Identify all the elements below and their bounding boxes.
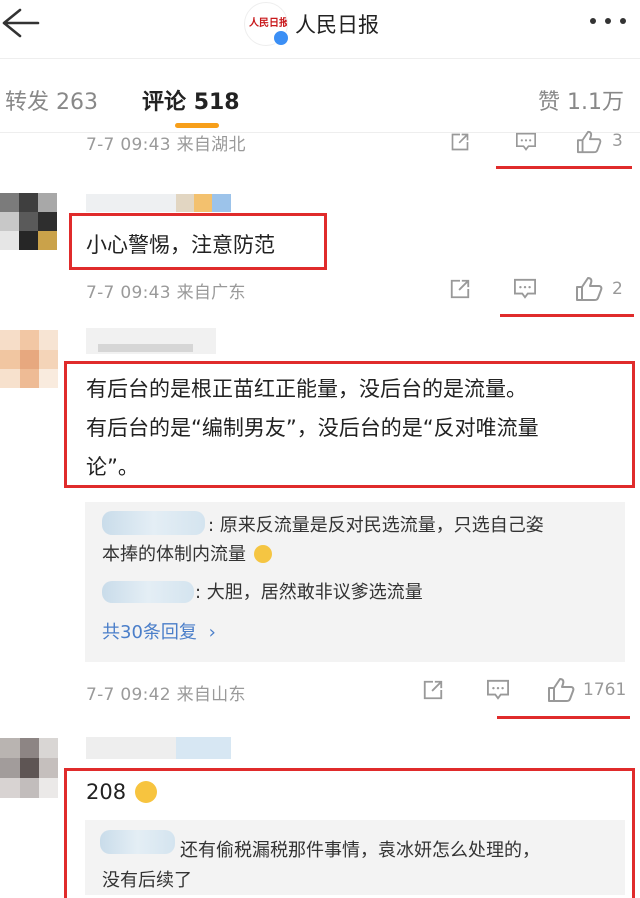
- tab-likes[interactable]: 赞 1.1万: [538, 84, 624, 116]
- back-arrow-icon[interactable]: [0, 6, 40, 40]
- username-blurred[interactable]: [86, 737, 231, 759]
- highlight-box: [69, 213, 327, 270]
- like-count: 2: [612, 279, 623, 299]
- reply-text: : 大胆，居然敢非议爹选流量: [195, 582, 423, 603]
- reply-text: : 原来反流量是反对民选流量，只选自己姿: [208, 515, 544, 536]
- verified-badge-icon: [273, 30, 289, 46]
- like-count: 3: [612, 131, 623, 151]
- logo-mark: 人民日报: [249, 18, 288, 29]
- share-icon[interactable]: [421, 679, 445, 701]
- like-icon[interactable]: [575, 130, 603, 154]
- username-blurred[interactable]: [86, 194, 231, 212]
- like-icon[interactable]: [575, 276, 603, 302]
- avatar[interactable]: [0, 330, 58, 388]
- highlight-underline: [500, 314, 634, 317]
- more-options-icon[interactable]: [588, 16, 628, 26]
- share-icon[interactable]: [448, 278, 472, 300]
- comment-meta: 7-7 09:42 来自山东: [86, 685, 246, 705]
- comment-icon[interactable]: [513, 132, 539, 152]
- like-count: 1761: [583, 680, 627, 700]
- reply-username-blurred[interactable]: [102, 581, 194, 603]
- header-divider: [0, 58, 640, 59]
- tab-reposts[interactable]: 转发 263: [5, 84, 98, 116]
- avatar[interactable]: [0, 738, 58, 798]
- comment-meta: 7-7 09:43 来自广东: [86, 283, 246, 303]
- avatar[interactable]: [0, 193, 57, 250]
- share-icon[interactable]: [448, 132, 472, 152]
- tab-comments[interactable]: 评论 518: [142, 84, 240, 116]
- highlight-box: [64, 768, 635, 898]
- highlight-box: [64, 361, 635, 488]
- page-title: 人民日报: [295, 13, 379, 37]
- like-icon[interactable]: [547, 677, 575, 703]
- reply-text: 本捧的体制内流量: [102, 540, 272, 569]
- username-blurred[interactable]: [86, 328, 216, 354]
- highlight-underline: [496, 166, 632, 169]
- more-replies-link[interactable]: 共30条回复 ›: [102, 618, 216, 644]
- cat-emoji-icon: [253, 545, 272, 563]
- chevron-right-icon: ›: [208, 622, 216, 643]
- comment-meta: 7-7 09:43 来自湖北: [86, 135, 246, 155]
- highlight-underline: [497, 716, 630, 719]
- reply-username-blurred[interactable]: [102, 511, 205, 535]
- active-tab-indicator: [175, 123, 219, 128]
- comment-icon[interactable]: [512, 278, 538, 300]
- comment-icon[interactable]: [485, 679, 511, 701]
